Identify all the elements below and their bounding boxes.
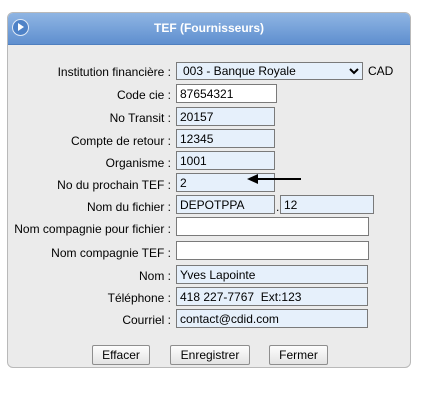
organisme-label: Organisme : bbox=[105, 156, 171, 170]
nom-compagnie-fichier-label: Nom compagnie pour fichier : bbox=[14, 222, 171, 236]
no-prochain-tef-label: No du prochain TEF : bbox=[57, 178, 171, 192]
nom-compagnie-fichier-input[interactable] bbox=[176, 217, 369, 236]
courriel-label: Courriel : bbox=[122, 313, 171, 327]
arrow-left-icon bbox=[247, 174, 301, 184]
telephone-input[interactable] bbox=[176, 287, 368, 306]
nom-fichier-label: Nom du fichier : bbox=[86, 200, 171, 214]
compte-retour-input[interactable] bbox=[176, 129, 275, 148]
no-transit-label: No Transit : bbox=[109, 111, 171, 125]
file-extension-input[interactable] bbox=[280, 195, 374, 214]
code-cie-input[interactable] bbox=[176, 84, 277, 103]
institution-label: Institution financière : bbox=[57, 65, 171, 79]
currency-label: CAD bbox=[368, 64, 394, 78]
file-extension-separator: . bbox=[276, 200, 280, 214]
no-transit-input[interactable] bbox=[176, 107, 275, 126]
panel-title: TEF (Fournisseurs) bbox=[153, 21, 264, 35]
telephone-label: Téléphone : bbox=[107, 291, 171, 305]
nom-compagnie-tef-label: Nom compagnie TEF : bbox=[51, 246, 171, 260]
organisme-input[interactable] bbox=[176, 151, 275, 170]
institution-select[interactable]: 003 - Banque Royale bbox=[176, 62, 363, 80]
effacer-button[interactable]: Effacer bbox=[92, 345, 150, 365]
nom-compagnie-tef-input[interactable] bbox=[176, 241, 369, 260]
courriel-input[interactable] bbox=[176, 309, 368, 328]
code-cie-label: Code cie : bbox=[116, 88, 171, 102]
nom-input[interactable] bbox=[176, 265, 368, 284]
panel-title-bar: TEF (Fournisseurs) bbox=[8, 13, 410, 45]
nom-fichier-input[interactable] bbox=[176, 195, 275, 214]
fermer-button[interactable]: Fermer bbox=[269, 345, 328, 365]
compte-retour-label: Compte de retour : bbox=[70, 134, 171, 148]
enregistrer-button[interactable]: Enregistrer bbox=[170, 345, 250, 365]
nom-label: Nom : bbox=[138, 269, 171, 283]
